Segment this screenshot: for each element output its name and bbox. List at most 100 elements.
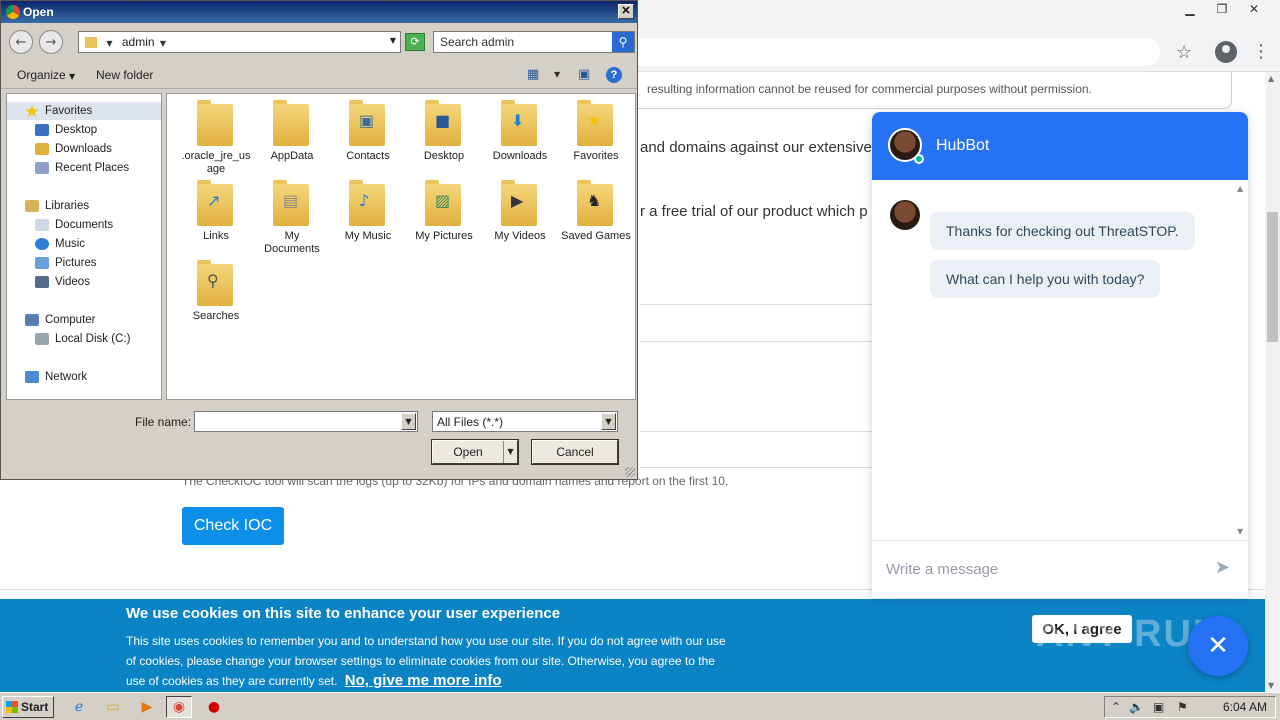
file-item[interactable]: ★ Favorites (561, 100, 631, 163)
nav-downloads[interactable]: Downloads (35, 140, 112, 158)
nav-music[interactable]: Music (35, 235, 85, 253)
nav-pictures[interactable]: Pictures (35, 254, 97, 272)
bookmark-star-icon[interactable]: ☆ (1176, 42, 1192, 63)
file-name-label: File name: (135, 415, 192, 429)
file-item[interactable]: ⚲ Searches (181, 260, 251, 323)
tray-expand-icon[interactable]: ⌃ (1111, 700, 1121, 714)
taskbar: Start ℯ ▭ ▶ ◉ ● ⌃ 🔈 ▣ ⚑ 6:04 AM (0, 692, 1280, 720)
open-button[interactable]: Open ▼ (431, 439, 519, 465)
dialog-titlebar[interactable]: Open ✕ (1, 1, 637, 23)
scroll-up-icon[interactable]: ▲ (1268, 74, 1274, 83)
refresh-icon[interactable]: ⟳ (405, 33, 425, 51)
media-player-icon[interactable]: ▶ (134, 696, 160, 718)
file-item[interactable]: ▶ My Videos (485, 180, 555, 243)
kebab-menu-icon[interactable]: ⋮ (1252, 40, 1270, 64)
chat-message: Thanks for checking out ThreatSTOP. (930, 212, 1195, 250)
chevron-down-icon[interactable]: ▼ (601, 413, 616, 430)
account-icon[interactable] (1215, 41, 1237, 63)
file-name: Saved Games (561, 230, 631, 242)
back-arrow-icon[interactable]: ← (9, 30, 33, 54)
file-item[interactable]: ♞ Saved Games (561, 180, 631, 243)
page-scrollbar[interactable]: ▲ ▼ (1265, 72, 1280, 692)
chat-widget: HubBot Thanks for checking out ThreatSTO… (872, 112, 1248, 598)
nav-local-disk[interactable]: Local Disk (C:) (35, 330, 130, 348)
antivirus-icon[interactable]: ● (201, 696, 227, 718)
action-center-flag-icon[interactable]: ⚑ (1177, 700, 1188, 714)
videos-icon (35, 275, 49, 288)
chevron-down-icon[interactable]: ▼ (503, 441, 517, 463)
resize-grip[interactable] (625, 467, 635, 477)
file-name-field[interactable]: ▼ (194, 411, 418, 432)
check-ioc-button[interactable]: Check IOC (182, 507, 284, 545)
file-item[interactable]: ▨ My Pictures (409, 180, 479, 243)
nav-network[interactable]: Network (25, 368, 87, 386)
cancel-button[interactable]: Cancel (531, 439, 619, 465)
file-name: My Documents (264, 230, 320, 255)
file-item[interactable]: ⬇ Downloads (485, 100, 555, 163)
file-item[interactable]: ↗ Links (181, 180, 251, 243)
scroll-down-icon[interactable]: ▼ (1237, 527, 1243, 536)
nav-documents[interactable]: Documents (35, 216, 113, 234)
dialog-title: Open (23, 5, 54, 19)
nav-desktop[interactable]: Desktop (35, 121, 97, 139)
network-tray-icon[interactable]: ▣ (1153, 700, 1164, 714)
message-input[interactable] (886, 553, 1186, 585)
history-dropdown-icon[interactable]: ▼ (390, 36, 396, 45)
organize-menu[interactable]: Organize ▼ (17, 68, 75, 82)
file-type-select[interactable]: All Files (*.*) ▼ (432, 411, 618, 432)
nav-computer[interactable]: Computer (25, 311, 96, 329)
file-item[interactable]: ■ Desktop (409, 100, 479, 163)
scroll-up-icon[interactable]: ▲ (1237, 184, 1243, 193)
online-status-icon (914, 154, 924, 164)
address-bar[interactable] (560, 38, 1160, 66)
chat-scrollbar[interactable]: ▲ ▼ (1234, 180, 1248, 540)
close-icon[interactable]: ✕ (1238, 0, 1270, 18)
search-input[interactable] (434, 32, 610, 52)
nav-libraries[interactable]: Libraries (25, 197, 89, 215)
nav-label: Network (45, 371, 88, 383)
nav-favorites[interactable]: Favorites (7, 102, 161, 120)
forward-arrow-icon[interactable]: → (39, 30, 63, 54)
send-icon[interactable]: ➤ (1215, 557, 1230, 578)
trial-paragraph: r a free trial of our product which p (640, 203, 868, 220)
chevron-down-icon[interactable]: ▼ (106, 39, 112, 48)
internet-explorer-icon[interactable]: ℯ (66, 696, 92, 718)
chat-close-launcher[interactable]: ✕ (1188, 616, 1248, 676)
scrollbar-thumb[interactable] (1267, 212, 1278, 342)
chevron-down-icon[interactable]: ▼ (160, 39, 166, 48)
minimize-icon[interactable]: ▁ (1174, 0, 1206, 18)
file-explorer-icon[interactable]: ▭ (100, 696, 126, 718)
more-info-link[interactable]: No, give me more info (345, 672, 502, 689)
chevron-down-icon[interactable]: ▼ (554, 70, 560, 79)
search-icon[interactable]: ⚲ (612, 32, 634, 52)
address-row: ← → ▼ admin ▼ ▼ ⟳ ⚲ (1, 25, 637, 59)
nav-label: Music (55, 238, 86, 250)
help-icon[interactable]: ? (606, 67, 622, 83)
start-button[interactable]: Start (2, 696, 54, 718)
restore-icon[interactable]: ❐ (1206, 0, 1238, 18)
view-options-icon[interactable]: ▦ (527, 67, 539, 82)
nav-videos[interactable]: Videos (35, 273, 90, 291)
breadcrumb[interactable]: admin (122, 35, 155, 49)
file-item[interactable]: ▤ My Documents (257, 180, 327, 256)
start-label: Start (21, 700, 49, 714)
file-item[interactable]: .oracle_jre_usage (181, 100, 251, 176)
organize-label: Organize (17, 68, 66, 82)
location-bar[interactable]: ▼ admin ▼ ▼ (78, 31, 401, 53)
pictures-folder-icon: ▨ (425, 180, 463, 226)
chevron-down-icon: ▼ (69, 72, 76, 81)
nav-recent-places[interactable]: Recent Places (35, 159, 129, 177)
file-name: Links (203, 230, 229, 242)
scroll-down-icon[interactable]: ▼ (1268, 681, 1274, 690)
chrome-icon[interactable]: ◉ (166, 696, 192, 718)
file-item[interactable]: ▣ Contacts (333, 100, 403, 163)
clock[interactable]: 6:04 AM (1223, 700, 1267, 714)
file-item[interactable]: ♪ My Music (333, 180, 403, 243)
preview-pane-icon[interactable]: ▣ (578, 67, 590, 82)
file-item[interactable]: AppData (257, 100, 327, 163)
chevron-down-icon[interactable]: ▼ (401, 413, 416, 430)
close-icon[interactable]: ✕ (618, 4, 634, 19)
new-folder-button[interactable]: New folder (96, 68, 153, 82)
volume-icon[interactable]: 🔈 (1129, 700, 1144, 714)
saved-games-folder-icon: ♞ (577, 180, 615, 226)
